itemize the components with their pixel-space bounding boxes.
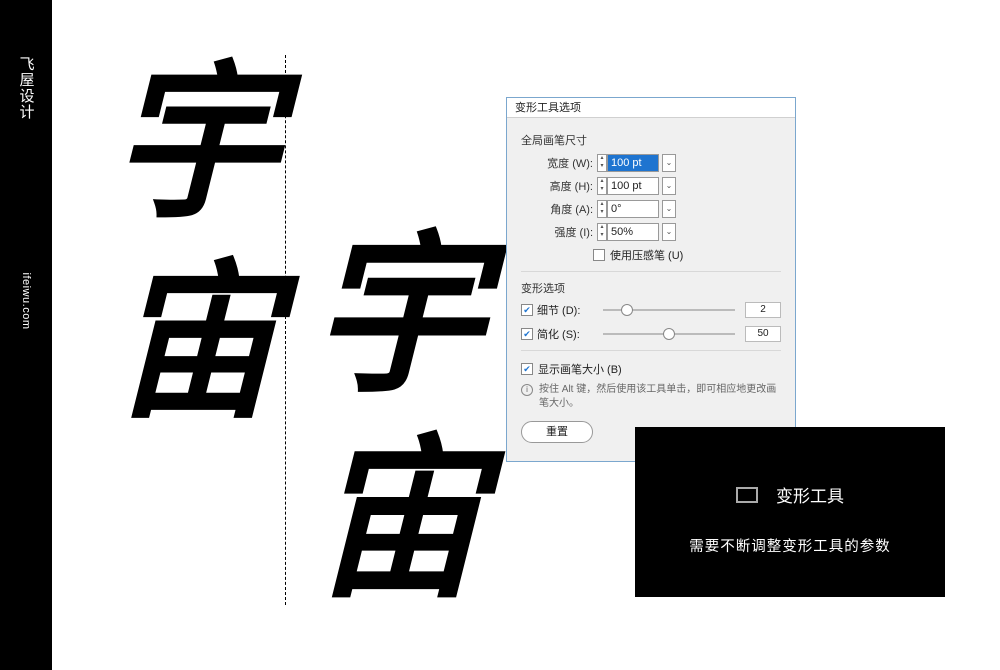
warp-tool-options-dialog: 变形工具选项 全局画笔尺寸 宽度 (W): ▴▾ 100 pt ⌄ 高度 (H)… bbox=[506, 97, 796, 462]
intensity-input[interactable]: 50% bbox=[607, 223, 659, 241]
hint-row: i 按住 Alt 键，然后使用该工具单击，即可相应地更改画笔大小。 bbox=[521, 383, 781, 411]
brand-title: 飞屋设计 bbox=[16, 56, 37, 120]
calligraphy-original: 宇 宙 bbox=[110, 60, 280, 430]
simplify-slider-thumb[interactable] bbox=[663, 328, 675, 340]
detail-label: 细节 (D): bbox=[537, 302, 593, 318]
width-input[interactable]: 100 pt bbox=[607, 154, 659, 172]
hint-text: 按住 Alt 键，然后使用该工具单击，即可相应地更改画笔大小。 bbox=[539, 383, 781, 411]
detail-slider-thumb[interactable] bbox=[621, 304, 633, 316]
show-brush-label: 显示画笔大小 (B) bbox=[538, 361, 622, 377]
width-row: 宽度 (W): ▴▾ 100 pt ⌄ bbox=[521, 154, 781, 172]
intensity-label: 强度 (I): bbox=[535, 224, 593, 240]
glyph-zhou-warped: 宙 bbox=[310, 435, 485, 610]
reset-button[interactable]: 重置 bbox=[521, 421, 593, 443]
glyph-yu-warped: 宇 bbox=[310, 230, 485, 405]
warp-tool-icon bbox=[736, 487, 758, 503]
angle-label: 角度 (A): bbox=[535, 201, 593, 217]
glyph-yu: 宇 bbox=[110, 60, 280, 230]
section-brush-size: 全局画笔尺寸 bbox=[521, 132, 781, 148]
angle-input[interactable]: 0° bbox=[607, 200, 659, 218]
caption-title: 变形工具 bbox=[776, 482, 844, 507]
height-row: 高度 (H): ▴▾ 100 pt ⌄ bbox=[521, 177, 781, 195]
simplify-row: ✔ 简化 (S): 50 bbox=[521, 326, 781, 342]
section-warp-options: 变形选项 bbox=[521, 280, 781, 296]
info-icon: i bbox=[521, 384, 533, 396]
glyph-zhou: 宙 bbox=[110, 260, 280, 430]
height-input[interactable]: 100 pt bbox=[607, 177, 659, 195]
show-brush-checkbox[interactable]: ✔ bbox=[521, 363, 533, 375]
dialog-title: 变形工具选项 bbox=[507, 98, 795, 118]
width-label: 宽度 (W): bbox=[535, 155, 593, 171]
angle-stepper[interactable]: ▴▾ bbox=[597, 200, 607, 218]
caption-box: 变形工具 需要不断调整变形工具的参数 bbox=[635, 427, 945, 597]
simplify-checkbox[interactable]: ✔ bbox=[521, 328, 533, 340]
show-brush-row: ✔ 显示画笔大小 (B) bbox=[521, 361, 781, 377]
width-dropdown[interactable]: ⌄ bbox=[662, 154, 676, 172]
simplify-value[interactable]: 50 bbox=[745, 326, 781, 342]
vertical-divider bbox=[285, 55, 286, 605]
simplify-label: 简化 (S): bbox=[537, 326, 593, 342]
detail-value[interactable]: 2 bbox=[745, 302, 781, 318]
height-stepper[interactable]: ▴▾ bbox=[597, 177, 607, 195]
divider-2 bbox=[521, 350, 781, 351]
sidebar: 飞屋设计 ifeiwu.com bbox=[0, 0, 52, 670]
detail-slider[interactable] bbox=[603, 309, 735, 311]
height-label: 高度 (H): bbox=[535, 178, 593, 194]
intensity-dropdown[interactable]: ⌄ bbox=[662, 223, 676, 241]
divider bbox=[521, 271, 781, 272]
detail-row: ✔ 细节 (D): 2 bbox=[521, 302, 781, 318]
intensity-stepper[interactable]: ▴▾ bbox=[597, 223, 607, 241]
simplify-slider[interactable] bbox=[603, 333, 735, 335]
angle-row: 角度 (A): ▴▾ 0° ⌄ bbox=[521, 200, 781, 218]
pen-pressure-row: 使用压感笔 (U) bbox=[593, 247, 781, 263]
pen-pressure-label: 使用压感笔 (U) bbox=[610, 247, 683, 263]
brand-url: ifeiwu.com bbox=[20, 273, 32, 330]
caption-desc: 需要不断调整变形工具的参数 bbox=[659, 535, 921, 556]
angle-dropdown[interactable]: ⌄ bbox=[662, 200, 676, 218]
width-stepper[interactable]: ▴▾ bbox=[597, 154, 607, 172]
detail-checkbox[interactable]: ✔ bbox=[521, 304, 533, 316]
intensity-row: 强度 (I): ▴▾ 50% ⌄ bbox=[521, 223, 781, 241]
calligraphy-warped: 宇 宙 bbox=[310, 230, 485, 610]
height-dropdown[interactable]: ⌄ bbox=[662, 177, 676, 195]
pen-pressure-checkbox[interactable] bbox=[593, 249, 605, 261]
